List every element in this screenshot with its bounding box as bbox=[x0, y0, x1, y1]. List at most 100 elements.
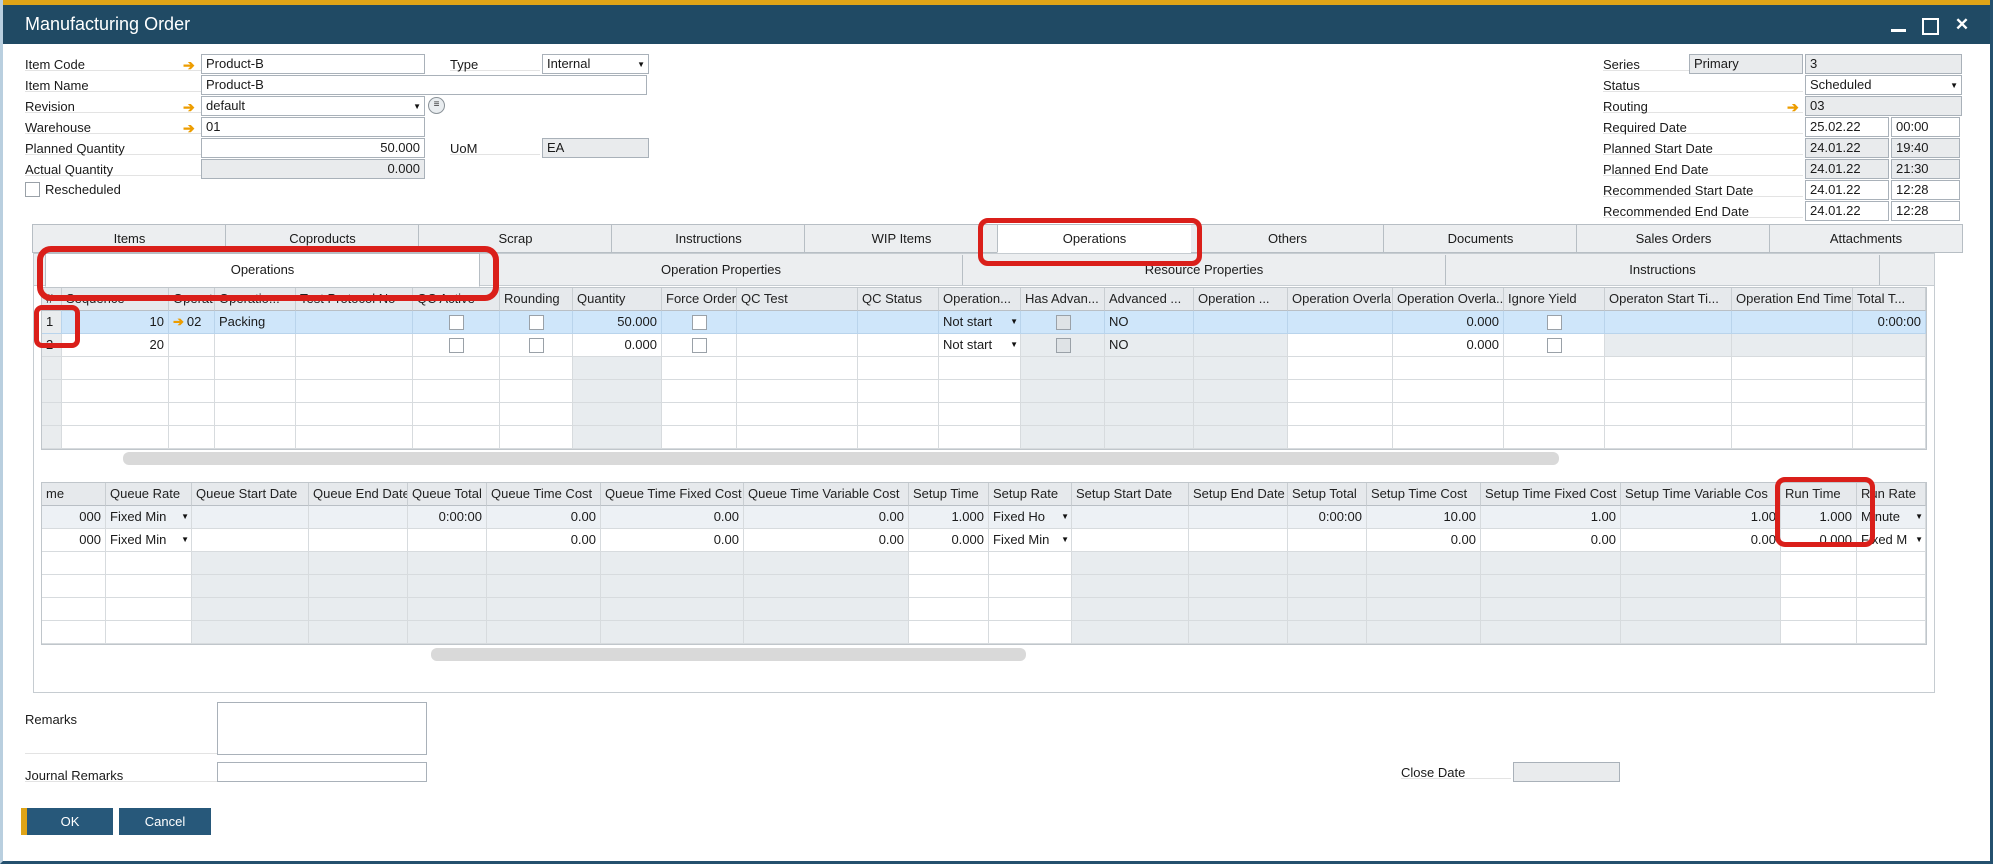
cell[interactable] bbox=[192, 598, 309, 621]
cell[interactable] bbox=[1072, 506, 1189, 529]
cell[interactable] bbox=[858, 311, 939, 334]
journal-remarks-field[interactable] bbox=[217, 762, 427, 782]
cell[interactable] bbox=[1732, 403, 1853, 426]
cell[interactable] bbox=[1605, 357, 1732, 380]
cell[interactable] bbox=[1189, 552, 1288, 575]
minimize-button[interactable] bbox=[1887, 13, 1911, 37]
column-header-rounding[interactable]: Rounding bbox=[500, 288, 573, 311]
cell[interactable] bbox=[1621, 598, 1781, 621]
cell[interactable] bbox=[1105, 380, 1194, 403]
cell[interactable] bbox=[1621, 621, 1781, 644]
cell[interactable] bbox=[309, 552, 408, 575]
cell[interactable] bbox=[1853, 334, 1926, 357]
cell[interactable] bbox=[500, 334, 573, 357]
series-field[interactable]: Primary bbox=[1689, 54, 1803, 74]
cell[interactable] bbox=[1288, 552, 1367, 575]
column-header-queue-rate[interactable]: Queue Rate bbox=[106, 483, 192, 506]
cell[interactable]: Fixed M▼ bbox=[1857, 529, 1926, 552]
table-row[interactable]: 000Fixed Min▼0:00:000.000.000.001.000Fix… bbox=[42, 506, 1926, 529]
subtab-instructions[interactable]: Instructions bbox=[1446, 255, 1880, 285]
cell[interactable]: ➔02 bbox=[169, 311, 215, 334]
cell[interactable] bbox=[1393, 357, 1504, 380]
cell[interactable]: 0.00 bbox=[744, 506, 909, 529]
cell[interactable] bbox=[1732, 357, 1853, 380]
cell[interactable] bbox=[1481, 621, 1621, 644]
cell[interactable] bbox=[1857, 598, 1926, 621]
column-header-ignore-yield[interactable]: Ignore Yield bbox=[1504, 288, 1605, 311]
column-header-operaton-start-ti[interactable]: Operaton Start Ti... bbox=[1605, 288, 1732, 311]
cell[interactable] bbox=[737, 380, 858, 403]
cell[interactable] bbox=[309, 575, 408, 598]
cell[interactable] bbox=[662, 311, 737, 334]
cell[interactable] bbox=[1504, 426, 1605, 449]
cell[interactable] bbox=[939, 357, 1021, 380]
subtab-operation-properties[interactable]: Operation Properties bbox=[480, 255, 963, 285]
cell[interactable] bbox=[42, 552, 106, 575]
chevron-down-icon[interactable]: ▼ bbox=[1915, 512, 1923, 521]
cell[interactable] bbox=[62, 357, 169, 380]
warehouse-field[interactable]: 01 bbox=[201, 117, 425, 137]
column-header-qc-active[interactable]: QC Active bbox=[413, 288, 500, 311]
cell[interactable] bbox=[296, 357, 413, 380]
cell[interactable] bbox=[662, 357, 737, 380]
cell[interactable]: Fixed Min▼ bbox=[989, 529, 1072, 552]
recommended-start-date-field[interactable]: 24.01.22 bbox=[1805, 180, 1889, 200]
cell[interactable] bbox=[573, 426, 662, 449]
cell[interactable]: 0.00 bbox=[601, 506, 744, 529]
link-arrow-icon[interactable]: ➔ bbox=[173, 314, 184, 329]
column-header-queue-end-date[interactable]: Queue End Date bbox=[309, 483, 408, 506]
column-header-advanced[interactable]: Advanced ... bbox=[1105, 288, 1194, 311]
cell[interactable]: Minute▼ bbox=[1857, 506, 1926, 529]
cell[interactable] bbox=[309, 621, 408, 644]
rescheduled-checkbox[interactable] bbox=[25, 182, 40, 197]
tab-coproducts[interactable]: Coproducts bbox=[225, 224, 419, 253]
cell[interactable] bbox=[909, 552, 989, 575]
cell[interactable] bbox=[1189, 529, 1288, 552]
recommended-end-time-field[interactable]: 12:28 bbox=[1891, 201, 1960, 221]
cell[interactable] bbox=[42, 621, 106, 644]
cell[interactable]: 0.00 bbox=[1481, 529, 1621, 552]
tab-attachments[interactable]: Attachments bbox=[1769, 224, 1963, 253]
cell[interactable] bbox=[662, 334, 737, 357]
cell[interactable] bbox=[1194, 334, 1288, 357]
cell[interactable] bbox=[192, 552, 309, 575]
cell[interactable] bbox=[106, 621, 192, 644]
cell[interactable] bbox=[737, 426, 858, 449]
cell[interactable] bbox=[1288, 403, 1393, 426]
cell[interactable]: 0.000 bbox=[909, 529, 989, 552]
cell[interactable] bbox=[744, 575, 909, 598]
cell[interactable]: Packing bbox=[215, 311, 296, 334]
cell[interactable]: NO bbox=[1105, 334, 1194, 357]
cell[interactable]: 10.00 bbox=[1367, 506, 1481, 529]
cell[interactable] bbox=[192, 575, 309, 598]
cell[interactable] bbox=[989, 621, 1072, 644]
operations-table-hscrollbar[interactable] bbox=[123, 452, 1559, 465]
column-header-has-advan[interactable]: Has Advan... bbox=[1021, 288, 1105, 311]
cell[interactable] bbox=[1288, 311, 1393, 334]
cell[interactable] bbox=[1288, 334, 1393, 357]
chevron-down-icon[interactable]: ▼ bbox=[181, 512, 189, 521]
cell[interactable] bbox=[1194, 426, 1288, 449]
chevron-down-icon[interactable]: ▼ bbox=[181, 535, 189, 544]
cell[interactable] bbox=[62, 403, 169, 426]
recommended-start-time-field[interactable]: 12:28 bbox=[1891, 180, 1960, 200]
cell[interactable] bbox=[408, 621, 487, 644]
cell[interactable] bbox=[1857, 552, 1926, 575]
window-titlebar[interactable]: Manufacturing Order ✕ bbox=[3, 5, 1990, 44]
column-header-run-rate[interactable]: Run Rate bbox=[1857, 483, 1926, 506]
cell[interactable] bbox=[601, 552, 744, 575]
cell[interactable] bbox=[500, 403, 573, 426]
cell[interactable]: 2 bbox=[42, 334, 62, 357]
table-row[interactable]: 000Fixed Min▼0.000.000.000.000Fixed Min▼… bbox=[42, 529, 1926, 552]
column-header-queue-time-fixed-cost[interactable]: Queue Time Fixed Cost bbox=[601, 483, 744, 506]
column-header-operation[interactable]: Operation ... bbox=[1194, 288, 1288, 311]
column-header-quantity[interactable]: Quantity bbox=[573, 288, 662, 311]
cell[interactable]: 0.00 bbox=[1621, 529, 1781, 552]
cell[interactable] bbox=[1605, 311, 1732, 334]
cell[interactable] bbox=[1732, 311, 1853, 334]
cell[interactable] bbox=[1781, 575, 1857, 598]
cell[interactable]: 0.00 bbox=[487, 529, 601, 552]
column-header-test-protocol-no[interactable]: Test Protocol No bbox=[296, 288, 413, 311]
cell[interactable] bbox=[744, 552, 909, 575]
status-dropdown[interactable]: Scheduled▼ bbox=[1805, 75, 1962, 95]
